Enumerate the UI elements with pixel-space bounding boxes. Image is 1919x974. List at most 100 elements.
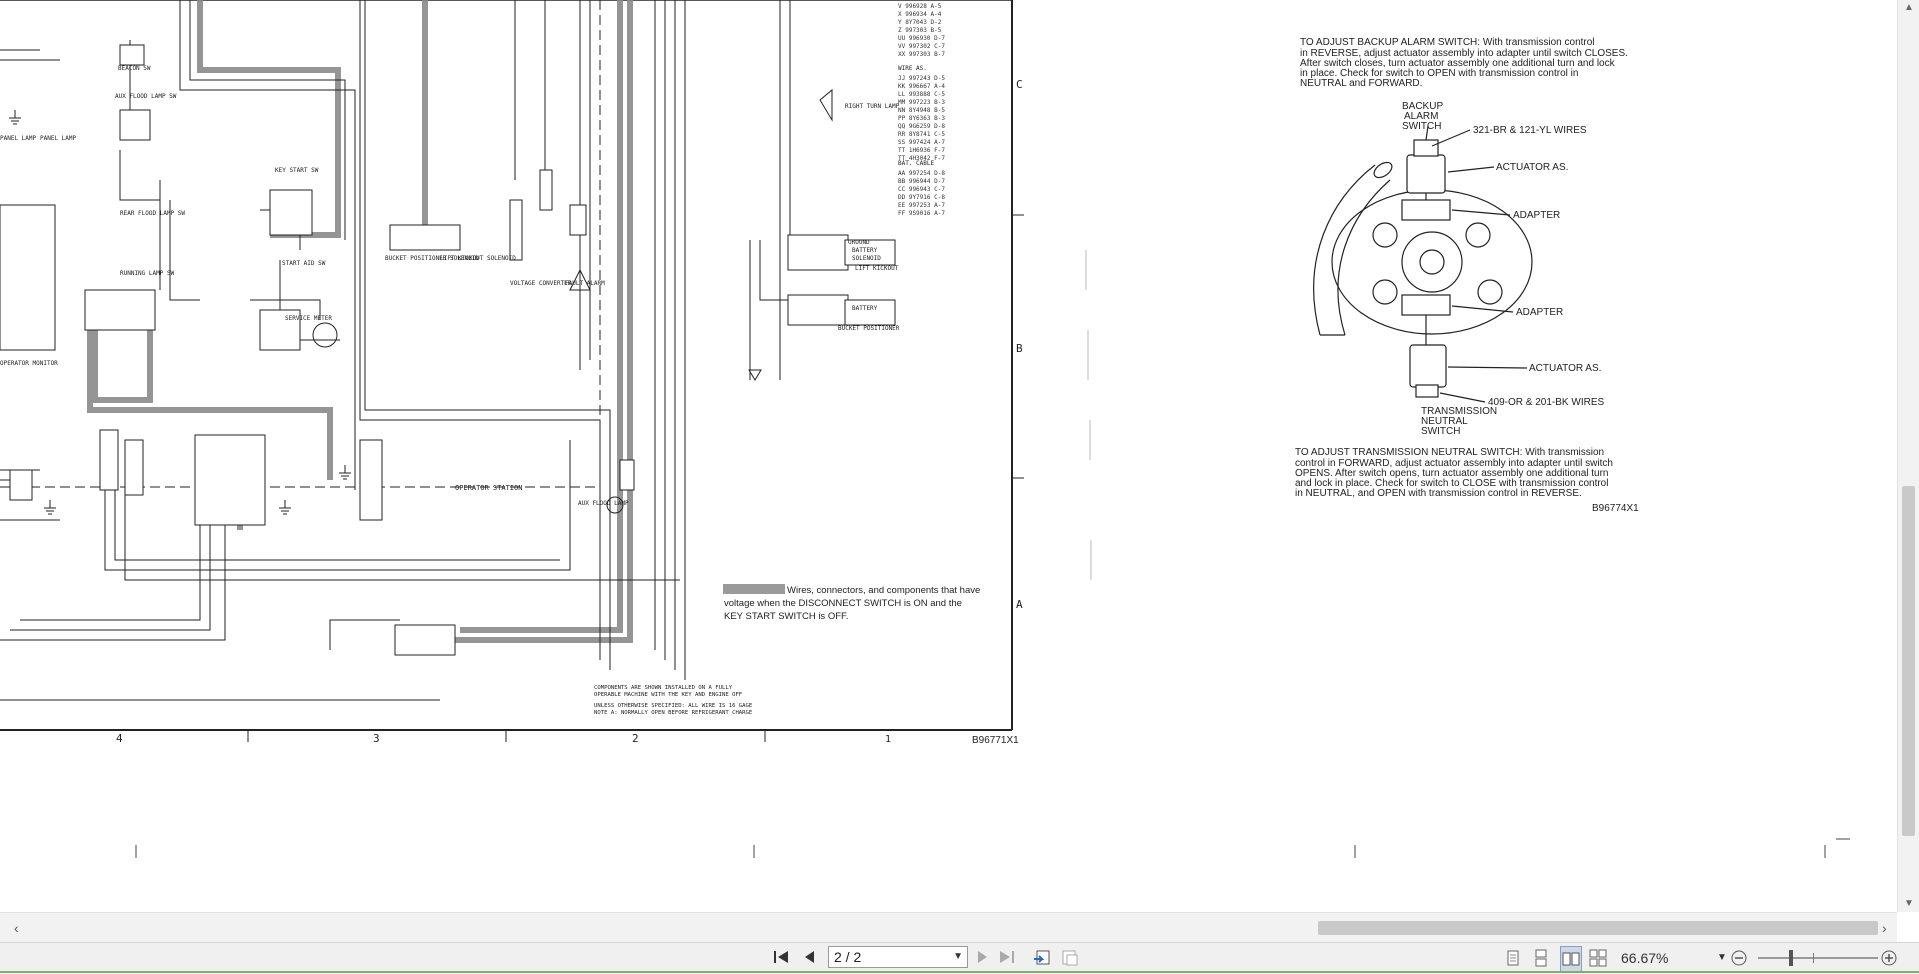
label-lift-kickout-solenoid: LIFT KICKOUT SOLENOID bbox=[440, 255, 516, 262]
svg-text:CC 996943 C-7: CC 996943 C-7 bbox=[898, 186, 945, 193]
note-1a: COMPONENTS ARE SHOWN INSTALLED ON A FULL… bbox=[594, 685, 733, 691]
svg-text:LL 993888 C-5: LL 993888 C-5 bbox=[898, 91, 945, 98]
callout-wires-bottom: 409-OR & 201-BK WIRES bbox=[1488, 397, 1604, 408]
zone-number-3: 3 bbox=[373, 732, 380, 745]
svg-text:DD 9Y7916 C-8: DD 9Y7916 C-8 bbox=[898, 194, 945, 201]
label-panel-lamp-2: PANEL LAMP bbox=[40, 135, 77, 142]
vertical-scroll-thumb[interactable] bbox=[1902, 486, 1915, 836]
neutral-text-5: in NEUTRAL, and OPEN with transmission c… bbox=[1295, 488, 1582, 499]
svg-text:AA 997254 D-8: AA 997254 D-8 bbox=[898, 170, 945, 177]
label-aux-flood-sw: AUX FLOOD LAMP SW bbox=[115, 93, 177, 100]
callout-adapter-bottom: ADAPTER bbox=[1516, 307, 1563, 318]
label-battery-2: BATTERY bbox=[852, 305, 878, 312]
svg-text:MM 997223 B-3: MM 997223 B-3 bbox=[898, 99, 945, 106]
next-view-icon[interactable] bbox=[1060, 946, 1080, 970]
callout-adapter-top: ADAPTER bbox=[1513, 210, 1560, 221]
legend-text-3: KEY START SWITCH is OFF. bbox=[724, 611, 848, 622]
svg-text:SS 997424 A-7: SS 997424 A-7 bbox=[898, 139, 945, 146]
document-viewport[interactable]: C B A 4 3 2 1 B96771X1 OPERATOR STATION … bbox=[0, 0, 1897, 912]
status-toolbar: 2 / 2 ▼ 66.67% ▼ bbox=[0, 942, 1919, 974]
svg-text:TT 4H3042 F-7: TT 4H3042 F-7 bbox=[898, 155, 945, 162]
zoom-out-icon[interactable] bbox=[1730, 946, 1748, 970]
zone-number-4: 4 bbox=[116, 732, 123, 745]
zoom-in-icon[interactable] bbox=[1880, 946, 1898, 970]
zoom-slider-track[interactable] bbox=[1758, 957, 1878, 959]
svg-text:Z 997303 B-5: Z 997303 B-5 bbox=[898, 27, 942, 34]
label-start-aid-sw: START AID SW bbox=[282, 260, 326, 267]
page-number-select[interactable]: 2 / 2 ▼ bbox=[828, 946, 968, 968]
label-wire-as: WIRE AS. bbox=[898, 65, 927, 72]
label-panel-lamp-1: PANEL LAMP bbox=[0, 135, 37, 142]
callout-actuator-top: ACTUATOR AS. bbox=[1496, 162, 1568, 173]
zone-letter-b: B bbox=[1016, 342, 1023, 355]
note-2a: UNLESS OTHERWISE SPECIFIED: ALL WIRE IS … bbox=[594, 703, 753, 709]
label-fault-alarm: FAULT ALARM bbox=[565, 280, 605, 287]
note-1b: OPERABLE MACHINE WITH THE KEY AND ENGINE… bbox=[594, 692, 743, 698]
svg-text:RR 8Y8741 C-5: RR 8Y8741 C-5 bbox=[898, 131, 945, 138]
legend-shade-swatch bbox=[723, 584, 785, 594]
zone-number-1: 1 bbox=[885, 734, 891, 745]
two-page-view-icon[interactable] bbox=[1560, 946, 1582, 972]
next-page-icon[interactable] bbox=[974, 946, 992, 970]
label-beacon-sw: BEACON SW bbox=[118, 65, 151, 72]
svg-text:FF 9S9016 A-7: FF 9S9016 A-7 bbox=[898, 210, 945, 217]
label-running-lamp-sw: RUNNING LAMP SW bbox=[120, 270, 175, 277]
drawing-number-right: B96774X1 bbox=[1592, 503, 1639, 514]
zone-letter-c: C bbox=[1016, 78, 1023, 91]
svg-text:EE 997253 A-7: EE 997253 A-7 bbox=[898, 202, 945, 209]
label-rear-flood-sw: REAR FLOOD LAMP SW bbox=[120, 210, 185, 217]
last-page-icon[interactable] bbox=[998, 946, 1016, 970]
note-2b: NOTE A: NORMALLY OPEN BEFORE REFRIGERANT… bbox=[594, 710, 753, 716]
backup-text-5: NEUTRAL and FORWARD. bbox=[1300, 78, 1422, 89]
label-service-meter: SERVICE METER bbox=[285, 315, 332, 322]
legend-text-1: Wires, connectors, and components that h… bbox=[787, 585, 980, 596]
svg-text:BB 996944 D-7: BB 996944 D-7 bbox=[898, 178, 945, 185]
neutral-text-1: TO ADJUST TRANSMISSION NEUTRAL SWITCH: W… bbox=[1295, 447, 1604, 458]
continuous-view-icon[interactable] bbox=[1532, 946, 1550, 970]
page-number-value: 2 / 2 bbox=[834, 949, 862, 965]
svg-text:NN 8Y4948 B-5: NN 8Y4948 B-5 bbox=[898, 107, 945, 114]
label-lift-kickout: LIFT KICKOUT bbox=[855, 265, 899, 272]
svg-text:JJ 997243 D-5: JJ 997243 D-5 bbox=[898, 75, 945, 82]
zoom-slider-handle[interactable] bbox=[1789, 950, 1793, 966]
two-page-continuous-view-icon[interactable] bbox=[1588, 946, 1608, 970]
horizontal-scrollbar[interactable]: ‹ › bbox=[0, 912, 1897, 943]
scroll-left-arrow-icon[interactable]: ‹ bbox=[14, 920, 19, 936]
scroll-down-arrow-icon[interactable]: ▼ bbox=[1898, 896, 1919, 912]
svg-text:XX 997303 B-7: XX 997303 B-7 bbox=[898, 51, 945, 58]
zone-number-2: 2 bbox=[632, 732, 639, 745]
callout-wires-top: 321-BR & 121-YL WIRES bbox=[1473, 125, 1587, 136]
label-ground-1: GROUND bbox=[848, 239, 870, 246]
horizontal-scroll-thumb[interactable] bbox=[1318, 921, 1878, 935]
first-page-icon[interactable] bbox=[772, 946, 790, 970]
label-solenoid-1: SOLENOID bbox=[852, 255, 881, 262]
svg-text:X 996934 A-4: X 996934 A-4 bbox=[898, 11, 942, 18]
svg-text:Y 8Y7043 D-2: Y 8Y7043 D-2 bbox=[898, 19, 942, 26]
chevron-down-icon: ▼ bbox=[953, 951, 963, 962]
scroll-right-arrow-icon[interactable]: › bbox=[1882, 920, 1887, 936]
label-bucket-positioner: BUCKET POSITIONER bbox=[838, 325, 900, 332]
zoom-level[interactable]: 66.67% bbox=[1621, 946, 1668, 970]
callout-backup-3: SWITCH bbox=[1402, 121, 1441, 132]
label-operator-monitor: OPERATOR MONITOR bbox=[0, 360, 58, 367]
svg-text:QQ 9G6259 D-8: QQ 9G6259 D-8 bbox=[898, 123, 945, 130]
previous-page-icon[interactable] bbox=[800, 946, 818, 970]
callout-actuator-bottom: ACTUATOR AS. bbox=[1529, 363, 1601, 374]
drawing-number-left: B96771X1 bbox=[972, 735, 1019, 746]
operator-station-label: OPERATOR STATION bbox=[455, 484, 522, 492]
svg-text:PP 8Y6363 B-3: PP 8Y6363 B-3 bbox=[898, 115, 945, 122]
zoom-slider-tick bbox=[1813, 953, 1814, 963]
previous-view-icon[interactable] bbox=[1032, 946, 1052, 970]
single-page-view-icon[interactable] bbox=[1504, 946, 1522, 970]
svg-text:VV 997302 C-7: VV 997302 C-7 bbox=[898, 43, 945, 50]
label-right-turn-lamp: RIGHT TURN LAMP bbox=[845, 103, 900, 110]
backup-text-1: TO ADJUST BACKUP ALARM SWITCH: With tran… bbox=[1300, 37, 1595, 48]
label-battery-1: BATTERY bbox=[852, 247, 878, 254]
legend-text-2: voltage when the DISCONNECT SWITCH is ON… bbox=[724, 598, 962, 609]
svg-text:KK 996667 A-4: KK 996667 A-4 bbox=[898, 83, 945, 90]
scroll-up-arrow-icon[interactable]: ▲ bbox=[1898, 0, 1919, 16]
vertical-scrollbar[interactable]: ▲ ▼ bbox=[1897, 0, 1919, 912]
svg-text:TT 1H6936 F-7: TT 1H6936 F-7 bbox=[898, 147, 945, 154]
callout-trans-3: SWITCH bbox=[1421, 426, 1460, 437]
zoom-dropdown-icon[interactable]: ▼ bbox=[1717, 946, 1727, 970]
